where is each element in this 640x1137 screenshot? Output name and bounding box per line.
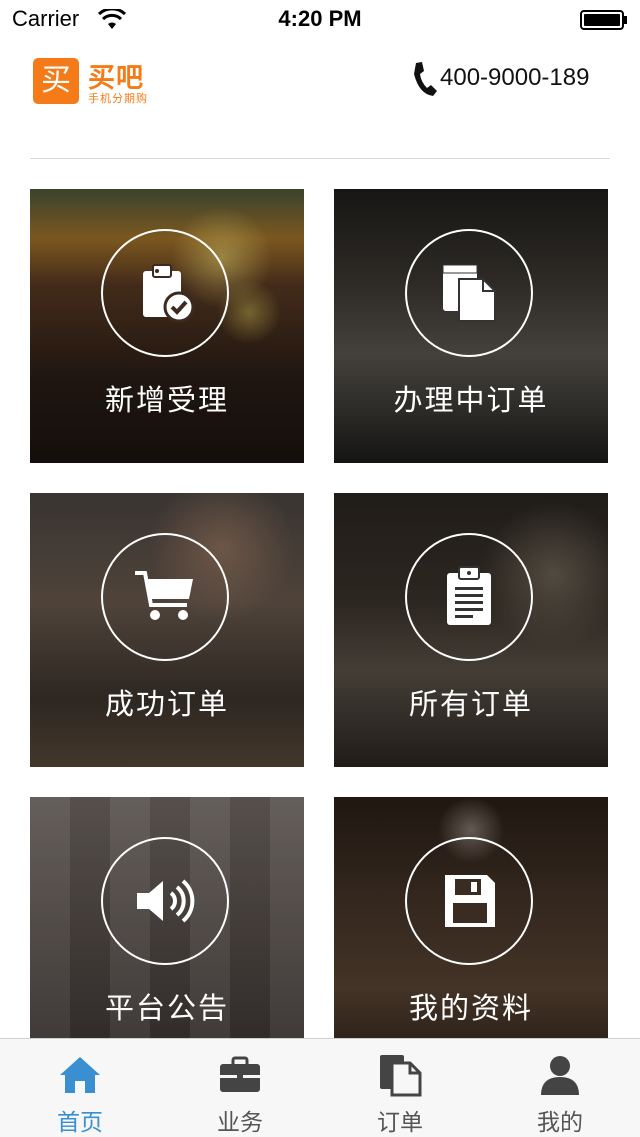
floppy-disk-icon [445, 875, 495, 927]
user-icon [541, 1056, 579, 1095]
tile-successful-orders[interactable]: 成功订单 [30, 493, 304, 767]
phone-number[interactable]: 400-9000-189 [440, 64, 589, 92]
tile-orders-in-progress[interactable]: 办理中订单 [334, 189, 608, 463]
tile-label: 我的资料 [408, 991, 533, 1025]
tile-icon-ring [101, 229, 229, 357]
tab-business[interactable]: 业务 [160, 1039, 320, 1137]
briefcase-icon [220, 1056, 260, 1092]
tile-icon-ring [405, 533, 533, 661]
header-divider [30, 158, 610, 159]
tile-platform-announcements[interactable]: 平台公告 [30, 797, 304, 1071]
battery-icon [580, 10, 627, 30]
status-bar: Carrier 4:20 PM [0, 0, 640, 40]
tile-label: 成功订单 [104, 687, 229, 721]
tile-new-application[interactable]: 新增受理 [30, 189, 304, 463]
speaker-icon [137, 879, 195, 923]
tile-my-profile[interactable]: 我的资料 [334, 797, 608, 1071]
tile-label: 所有订单 [408, 687, 533, 721]
tile-label: 平台公告 [104, 991, 229, 1025]
tab-orders[interactable]: 订单 [320, 1039, 480, 1137]
tile-label: 新增受理 [104, 383, 229, 417]
tab-label: 首页 [57, 1110, 103, 1136]
tab-bar: 首页 业务 订单 我的 [0, 1038, 640, 1137]
tab-label: 我的 [537, 1110, 583, 1136]
tab-label: 业务 [217, 1110, 263, 1136]
clock: 4:20 PM [278, 6, 362, 31]
tile-all-orders[interactable]: 所有订单 [334, 493, 608, 767]
tile-icon-ring [101, 837, 229, 965]
tile-icon-ring [101, 533, 229, 661]
phone-icon[interactable] [410, 60, 438, 98]
document-icon [380, 1055, 422, 1097]
tile-icon-ring [405, 837, 533, 965]
tile-icon-ring [405, 229, 533, 357]
tab-home[interactable]: 首页 [0, 1039, 160, 1137]
documents-icon [442, 264, 496, 322]
tile-label: 办理中订单 [393, 383, 549, 417]
tab-label: 订单 [377, 1110, 423, 1136]
logo-badge: 买 [33, 58, 79, 104]
clipboard-check-icon [143, 264, 195, 323]
logo-subtitle: 手机分期购 [88, 92, 148, 105]
clipboard-list-icon [447, 566, 491, 625]
cart-icon [135, 571, 193, 620]
tab-me[interactable]: 我的 [480, 1039, 640, 1137]
home-icon [60, 1057, 100, 1093]
